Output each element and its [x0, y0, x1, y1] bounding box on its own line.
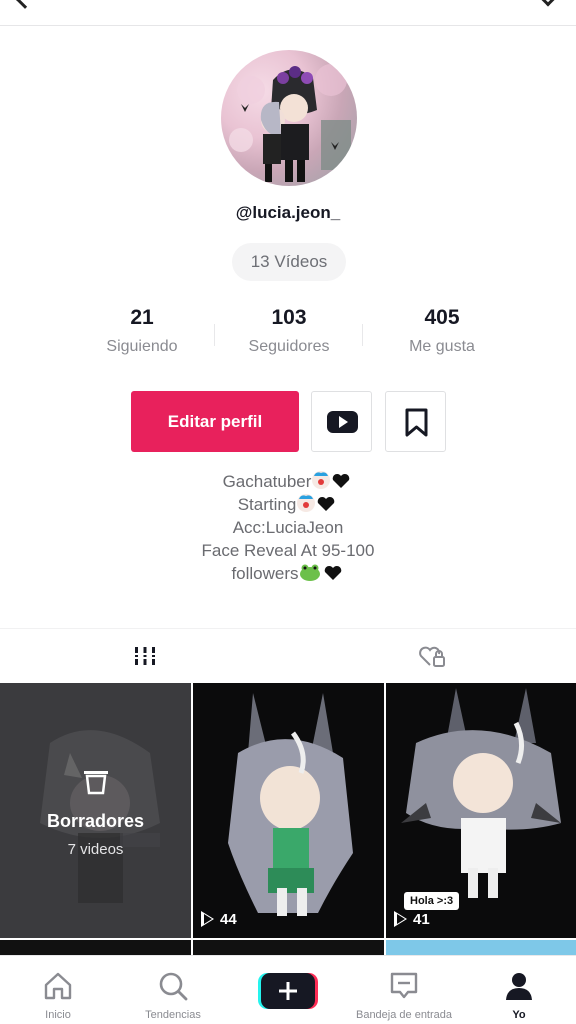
avatar[interactable] — [221, 50, 357, 186]
top-bar — [0, 0, 576, 26]
play-count-value: 41 — [413, 911, 430, 928]
bio-line: Face Reveal At 95-100 — [201, 541, 375, 560]
home-icon — [44, 972, 72, 1000]
youtube-button[interactable] — [311, 391, 372, 452]
bookmark-icon — [405, 408, 428, 437]
create-button[interactable] — [258, 971, 318, 1011]
play-icon — [394, 911, 407, 927]
inbox-icon — [390, 972, 418, 999]
username: @lucia.jeon_ — [235, 203, 341, 222]
nav-inbox[interactable]: Bandeja de entrada — [354, 956, 454, 1024]
chevron-down-icon[interactable] — [539, 0, 557, 7]
following-stat[interactable]: 21 Siguiendo — [62, 306, 222, 356]
play-count: 44 — [201, 911, 237, 928]
likes-stat[interactable]: 405 Me gusta — [362, 306, 522, 356]
nav-inbox-label: Bandeja de entrada — [355, 1009, 453, 1021]
bio-line: followers — [0, 562, 576, 585]
drafts-title: Borradores — [46, 811, 145, 831]
edit-profile-button[interactable]: Editar perfil — [131, 391, 299, 452]
nav-me[interactable]: Yo — [469, 956, 569, 1024]
following-count: 21 — [130, 306, 154, 329]
nav-home[interactable]: Inicio — [8, 956, 108, 1024]
bio-line: Acc:LuciaJeon — [232, 518, 344, 537]
drafts-count: 7 videos — [67, 841, 124, 858]
nav-trending-label: Tendencias — [145, 1009, 201, 1021]
profile-stats: 21 Siguiendo 103 Seguidores 405 Me gusta — [0, 306, 576, 362]
bio-line: Gachatuber — [0, 470, 576, 493]
drafts-tile[interactable]: Borradores 7 videos — [0, 683, 191, 938]
clown-heart-emoji-icon — [297, 494, 335, 512]
grid-icon[interactable] — [134, 645, 156, 667]
video-grid: Borradores 7 videos 44 Hola >:3 41 — [0, 683, 576, 963]
bio: Gachatuber Starting Acc:LuciaJeon Face R… — [0, 470, 576, 585]
back-chevron-icon[interactable] — [15, 0, 35, 9]
bookmark-button[interactable] — [385, 391, 446, 452]
frog-heart-emoji-icon — [299, 564, 341, 581]
video-tile[interactable]: 44 — [193, 683, 384, 938]
nav-trending[interactable]: Tendencias — [123, 956, 223, 1024]
play-icon — [201, 911, 214, 927]
videos-count-pill[interactable]: 13 Vídeos — [232, 243, 346, 281]
play-count: 41 — [394, 911, 430, 928]
locked-heart-icon[interactable] — [418, 643, 446, 669]
youtube-icon — [327, 411, 358, 433]
caption-sticker: Hola >:3 — [404, 892, 460, 910]
likes-count: 405 — [424, 306, 460, 329]
followers-label: Seguidores — [248, 338, 330, 355]
video-thumbnail — [228, 693, 353, 916]
followers-count: 103 — [271, 306, 307, 329]
bio-text: followers — [231, 564, 299, 583]
bio-text: Gachatuber — [222, 472, 312, 491]
video-tile[interactable]: Hola >:3 41 — [386, 683, 576, 938]
bio-line: Starting — [0, 493, 576, 516]
avatar-illustration — [229, 64, 351, 182]
search-icon — [159, 972, 188, 1001]
bio-text: Starting — [237, 495, 297, 514]
trash-icon — [84, 771, 108, 795]
following-label: Siguiendo — [106, 338, 178, 355]
followers-stat[interactable]: 103 Seguidores — [209, 306, 369, 356]
profile-tabs — [0, 628, 576, 683]
nav-me-label: Yo — [512, 1009, 526, 1021]
clown-heart-emoji-icon — [312, 471, 350, 489]
nav-home-label: Inicio — [45, 1009, 71, 1021]
profile-icon — [506, 973, 532, 1000]
likes-label: Me gusta — [409, 338, 475, 355]
play-count-value: 44 — [220, 911, 237, 928]
